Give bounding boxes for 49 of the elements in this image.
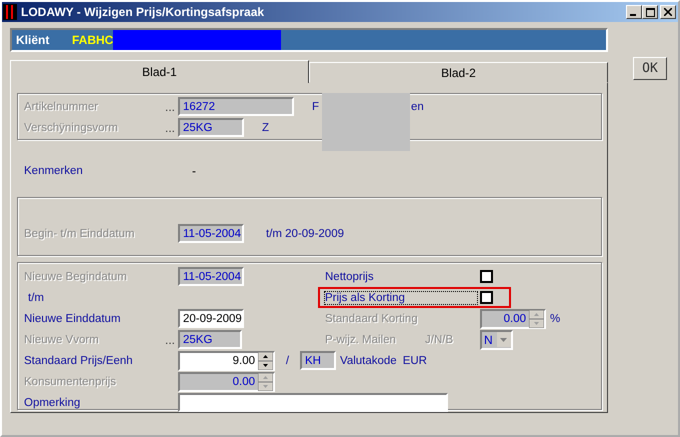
input-field[interactable] — [178, 393, 448, 412]
checkbox[interactable] — [480, 270, 493, 283]
hint-text: J/N/B — [425, 334, 454, 346]
field-label: Opmerking — [24, 396, 82, 408]
input-field[interactable]: 20-09-2009 — [178, 309, 244, 328]
field-label: Standaard Prijs/Eenh — [24, 354, 134, 366]
tab[interactable]: Blad-1 — [10, 60, 309, 83]
field-label: Begin- t/m Einddatum — [24, 228, 136, 240]
lookup-dots: ... — [165, 332, 176, 346]
window-title: LODAWY - Wijzigen Prijs/Kortingsafspraak — [21, 5, 266, 19]
currency-text: EUR — [402, 354, 427, 366]
lookup-dots: ... — [165, 100, 176, 114]
app-icon — [3, 4, 17, 20]
ok-button[interactable]: OK — [633, 57, 667, 80]
field-label: Nieuwe Einddatum — [24, 312, 122, 324]
field-label: P-wijz. Mailen — [325, 334, 397, 346]
field-label: Konsumentenprijs — [24, 376, 118, 388]
close-icon — [664, 8, 672, 16]
unit-text: % — [550, 312, 560, 324]
product-text: en — [411, 100, 424, 112]
spinner-arrows-icon — [529, 310, 544, 328]
tab[interactable]: Blad-2 — [309, 62, 608, 83]
field-label: Verschÿningsvorm — [24, 122, 119, 134]
field-label: Kenmerken — [24, 164, 84, 176]
field-label: Valutakode — [340, 354, 397, 366]
end-date-text: t/m 20-09-2009 — [266, 228, 344, 240]
maximize-button[interactable] — [642, 5, 658, 19]
field-label: Standaard Korting — [325, 312, 419, 324]
field-label: Artikelnummer — [24, 100, 100, 112]
field-label: Nieuwe Vvorm — [24, 334, 100, 346]
close-button[interactable] — [660, 5, 676, 19]
separator-text: / — [284, 354, 290, 366]
spinner-arrows-icon — [258, 352, 273, 370]
checkbox[interactable] — [480, 291, 493, 304]
number-field[interactable]: 9.00 — [178, 350, 275, 370]
minimize-button[interactable] — [626, 5, 642, 19]
client-name: FABHC — [72, 33, 114, 47]
field-label: Nieuwe Begindatum — [24, 270, 128, 282]
field-value: - — [192, 164, 196, 178]
product-text: F — [312, 100, 320, 112]
checkbox-label: Nettoprijs — [325, 270, 375, 282]
spinner-arrows-icon — [258, 372, 273, 390]
product-text: Z — [262, 122, 270, 134]
checkbox-label: Prijs als Korting — [325, 292, 477, 304]
field-label: t/m — [27, 292, 45, 304]
maximize-icon — [646, 8, 654, 16]
input-field[interactable]: KH — [300, 351, 336, 370]
client-label: Kliënt — [16, 33, 50, 47]
lookup-dots: ... — [165, 120, 176, 134]
